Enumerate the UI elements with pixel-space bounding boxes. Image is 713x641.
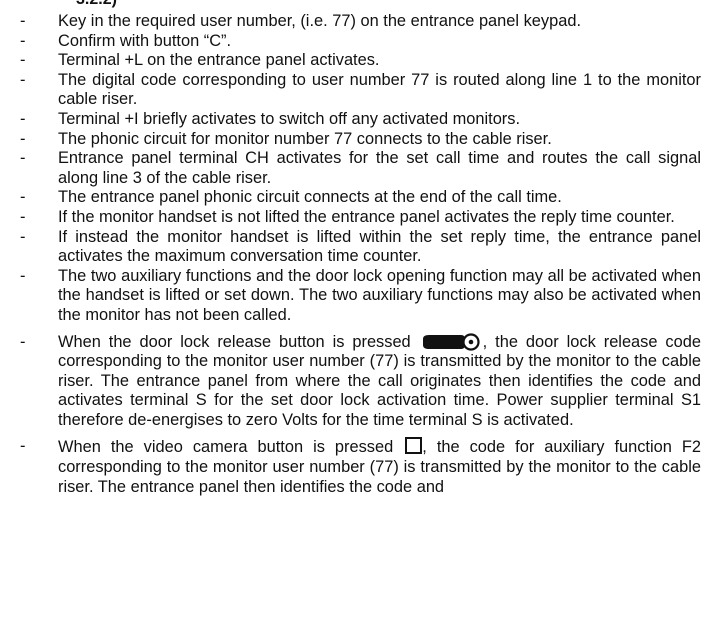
step-text: Entrance panel terminal CH activates for… — [58, 149, 701, 187]
bullet-dash: - — [20, 70, 26, 89]
step-text: If instead the monitor handset is lifted… — [58, 227, 701, 266]
list-item: - The two auxiliary functions and the doo… — [0, 267, 713, 326]
list-item: - Terminal +L on the entrance panel activ… — [0, 51, 713, 71]
step-text: If the monitor handset is not lifted the… — [58, 207, 675, 226]
step-text: The two auxiliary functions and the door… — [58, 266, 701, 324]
bullet-dash: - — [20, 437, 26, 456]
list-item: - The digital code corresponding to user … — [0, 71, 713, 110]
step-text: Key in the required user number, (i.e. 7… — [58, 12, 582, 30]
step-text: Terminal +L on the entrance panel activa… — [58, 51, 380, 70]
list-item: - Terminal +I briefly activates to switch… — [0, 110, 713, 130]
bullet-dash: - — [20, 149, 26, 168]
list-item: - The entrance panel phonic circuit conne… — [0, 188, 713, 208]
step-text: Terminal +I briefly activates to switch … — [58, 109, 521, 128]
section-heading: 3.2.2) — [76, 0, 117, 9]
bullet-dash: - — [20, 12, 26, 30]
bullet-dash: - — [20, 266, 26, 285]
list-item: - Key in the required user number, (i.e. … — [0, 12, 713, 32]
bullet-dash: - — [20, 332, 26, 351]
bullet-dash: - — [20, 188, 26, 207]
bullet-dash: - — [20, 129, 26, 148]
square-icon — [405, 437, 423, 455]
step-text: The entrance panel phonic circuit connec… — [58, 188, 562, 207]
list-item: - If the monitor handset is not lifted th… — [0, 208, 713, 228]
list-item: - If instead the monitor handset is lifte… — [0, 228, 713, 267]
step-text: The phonic circuit for monitor number 77… — [58, 129, 552, 148]
bullet-dash: - — [20, 109, 26, 128]
step-text-before: When the door lock release button is pre… — [58, 332, 411, 351]
document-page: 3.2.2) - Key in the required user number,… — [0, 0, 713, 641]
key-icon — [421, 333, 481, 351]
bullet-dash: - — [20, 227, 26, 246]
bullet-dash: - — [20, 207, 26, 226]
bullet-dash: - — [20, 31, 26, 50]
list-item-camera: - When the video camera button is pressed… — [0, 437, 713, 497]
list-item-door-lock: - When the door lock release button is pr… — [0, 333, 713, 431]
procedure-list: - Key in the required user number, (i.e. … — [0, 12, 713, 497]
step-text: The digital code corresponding to user n… — [58, 70, 701, 109]
step-text: Confirm with button “C”. — [58, 31, 232, 50]
bullet-dash: - — [20, 51, 26, 70]
list-item: - Confirm with button “C”. — [0, 32, 713, 52]
list-item: - The phonic circuit for monitor number 7… — [0, 130, 713, 150]
list-item: - Entrance panel terminal CH activates fo… — [0, 149, 713, 188]
step-text-before: When the video camera button is pressed — [58, 438, 394, 457]
